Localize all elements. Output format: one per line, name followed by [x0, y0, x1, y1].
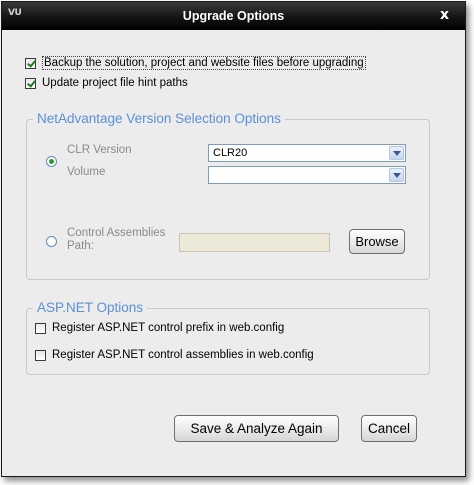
register-prefix-checkbox[interactable] — [35, 322, 46, 334]
update-hint-paths-option[interactable]: Update project file hint paths — [25, 77, 188, 89]
chevron-down-icon[interactable] — [389, 146, 404, 160]
cancel-button[interactable]: Cancel — [361, 415, 417, 442]
backup-files-label[interactable]: Backup the solution, project and website… — [42, 56, 366, 70]
register-assemblies-option[interactable]: Register ASP.NET control assemblies in w… — [35, 349, 314, 361]
browse-button[interactable]: Browse — [349, 229, 405, 254]
aspnet-options-group: ASP.NET Options — [26, 300, 430, 375]
update-hint-paths-checkbox[interactable] — [25, 77, 36, 89]
save-analyze-button[interactable]: Save & Analyze Again — [174, 415, 339, 442]
upgrade-options-dialog: VU Upgrade Options x Backup the solution… — [1, 1, 466, 477]
volume-select[interactable] — [208, 166, 406, 184]
control-assemblies-label: Control Assemblies — [67, 227, 166, 239]
clr-version-radio[interactable] — [46, 156, 57, 167]
clr-version-label: CLR Version — [67, 144, 132, 156]
clr-version-value: CLR20 — [213, 147, 248, 159]
aspnet-options-legend: ASP.NET Options — [33, 300, 148, 315]
chevron-down-icon[interactable] — [389, 168, 404, 182]
window-title: Upgrade Options — [182, 9, 285, 23]
register-prefix-label[interactable]: Register ASP.NET control prefix in web.c… — [52, 322, 284, 334]
close-icon[interactable]: x — [440, 7, 449, 23]
register-assemblies-checkbox[interactable] — [35, 349, 46, 361]
clr-version-select[interactable]: CLR20 — [208, 144, 406, 162]
register-prefix-option[interactable]: Register ASP.NET control prefix in web.c… — [35, 322, 284, 334]
control-assemblies-radio[interactable] — [46, 236, 57, 247]
control-assemblies-path-input[interactable] — [179, 233, 330, 252]
volume-label: Volume — [67, 166, 106, 178]
control-assemblies-path-label: Path: — [67, 240, 94, 252]
backup-files-option[interactable]: Backup the solution, project and website… — [25, 56, 366, 70]
register-assemblies-label[interactable]: Register ASP.NET control assemblies in w… — [52, 349, 314, 361]
backup-files-checkbox[interactable] — [25, 57, 36, 69]
title-bar[interactable]: VU Upgrade Options x — [2, 2, 465, 30]
update-hint-paths-label[interactable]: Update project file hint paths — [42, 77, 188, 89]
version-selection-legend: NetAdvantage Version Selection Options — [33, 111, 285, 126]
